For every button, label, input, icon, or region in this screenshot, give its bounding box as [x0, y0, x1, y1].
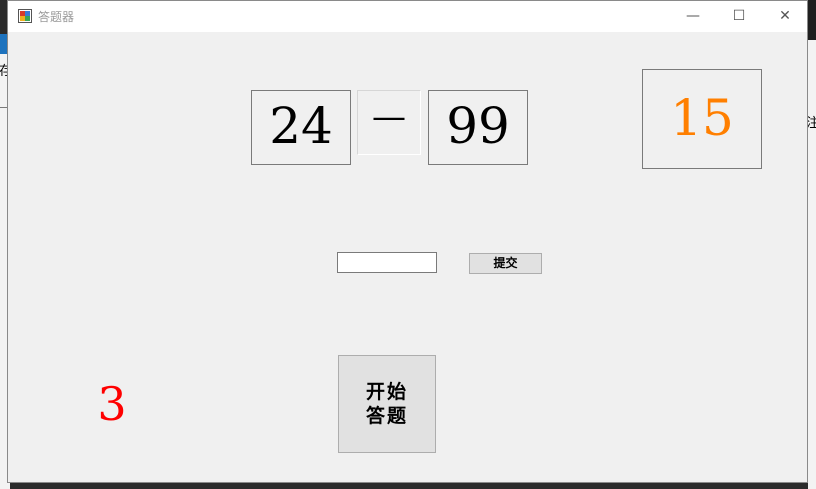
close-button[interactable]: ✕ — [762, 1, 808, 32]
countdown-timer: 15 — [642, 69, 762, 169]
window-title: 答题器 — [38, 10, 75, 24]
background-app-titlebar-right — [808, 0, 816, 40]
app-icon — [18, 9, 32, 23]
title-bar[interactable]: 答题器 — ☐ ✕ — [8, 1, 807, 32]
score-display: 3 — [97, 377, 127, 431]
start-quiz-button[interactable]: 开始答题 — [338, 355, 436, 453]
answer-input[interactable] — [337, 252, 437, 273]
submit-button[interactable]: 提交 — [469, 253, 542, 274]
maximize-button[interactable]: ☐ — [716, 1, 762, 32]
operand1-display: 24 — [251, 90, 351, 165]
minimize-button[interactable]: — — [670, 1, 716, 32]
operand2-display: 99 — [428, 90, 528, 165]
quiz-window: 答题器 — ☐ ✕ 24 — 99 15 提交 开始答题 3 — [7, 0, 808, 483]
operator-display: — — [357, 90, 421, 155]
background-app-panel-right — [808, 0, 816, 489]
